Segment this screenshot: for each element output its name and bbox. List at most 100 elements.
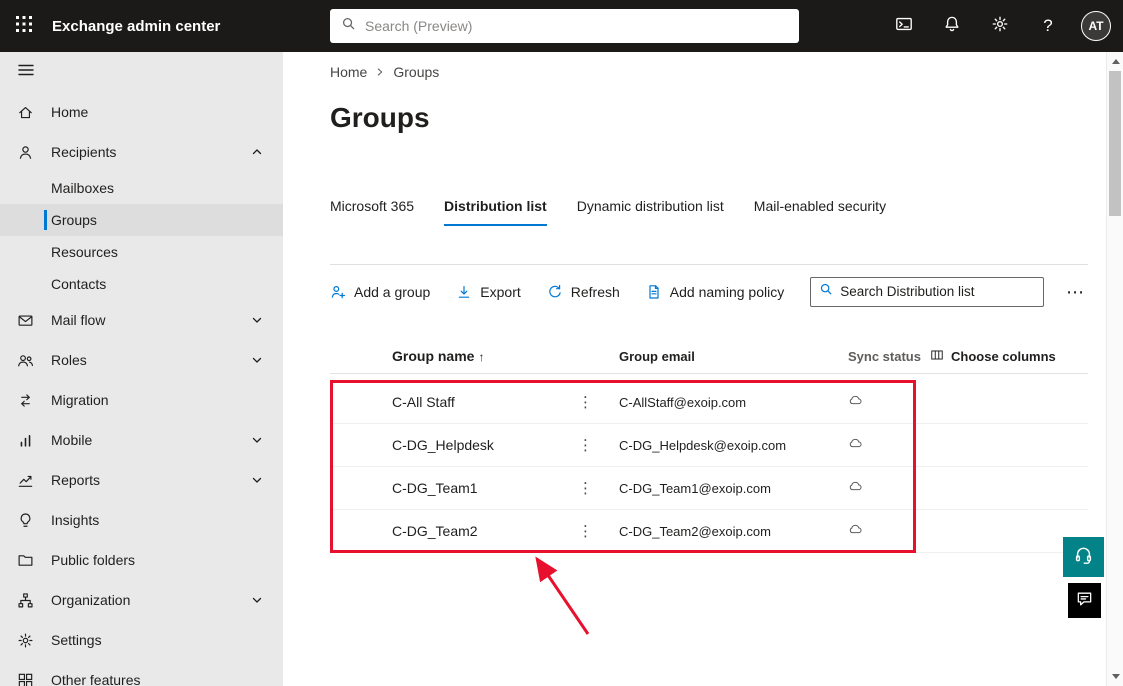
notifications-button[interactable] [928,0,976,52]
tab-distribution-list[interactable]: Distribution list [444,198,547,226]
triangle-down-icon [1111,674,1120,679]
folder-icon [17,552,34,569]
search-icon [341,16,365,36]
sidebar-item-public-folders[interactable]: Public folders [0,540,283,580]
list-search-input[interactable] [840,284,1035,299]
group-name-cell[interactable]: C-DG_Team2 [392,523,578,539]
vertical-scrollbar[interactable] [1106,52,1123,686]
scroll-down-button[interactable] [1107,668,1123,685]
refresh-icon [547,284,563,300]
settings-button[interactable] [976,0,1024,52]
breadcrumb-current: Groups [393,64,440,80]
more-actions-button[interactable]: ⋯ [1062,281,1088,303]
sidebar-item-label: Mobile [51,432,93,448]
group-email-cell: C-DG_Team1@exoip.com [619,480,771,496]
global-search-input[interactable] [365,18,788,34]
group-name-cell[interactable]: C-DG_Team1 [392,480,578,496]
cloud-icon [848,521,863,541]
table-row[interactable]: C-DG_Helpdesk ⋮ C-DG_Helpdesk@exoip.com [330,424,1088,467]
row-menu-button[interactable]: ⋮ [578,393,619,411]
sidebar-item-label: Contacts [51,276,107,292]
sidebar-item-other-features[interactable]: Other features [0,660,283,686]
sidebar-item-reports[interactable]: Reports [0,460,283,500]
migration-arrows-icon [17,392,34,409]
toolbar: Add a group Export Refresh Add naming po… [330,264,1088,307]
person-icon [17,144,34,161]
row-menu-button[interactable]: ⋮ [578,479,619,497]
speech-bubble-icon [1076,590,1093,612]
sidebar-item-mail-flow[interactable]: Mail flow [0,300,283,340]
sidebar-item-settings[interactable]: Settings [0,620,283,660]
add-naming-policy-button[interactable]: Add naming policy [646,284,784,300]
choose-columns-button[interactable]: Choose columns [930,348,1056,365]
cloud-icon [848,392,863,412]
collapse-nav-button[interactable] [0,52,283,92]
refresh-button[interactable]: Refresh [547,284,620,300]
main-content: Home Groups Groups Microsoft 365 Distrib… [283,52,1106,686]
column-header-group-name[interactable]: Group name ↑ [392,348,578,364]
sidebar-item-roles[interactable]: Roles [0,340,283,380]
add-person-icon [330,284,346,300]
support-button[interactable] [1063,537,1104,577]
chevron-right-icon [375,64,385,80]
waffle-icon [15,15,33,38]
search-icon [819,282,840,301]
sidebar-item-groups[interactable]: Groups [0,204,283,236]
app-launcher-button[interactable] [0,0,48,52]
help-button[interactable]: ? [1024,0,1072,52]
sync-status-cell [848,435,930,455]
add-naming-policy-label: Add naming policy [669,283,785,300]
sidebar-item-migration[interactable]: Migration [0,380,283,420]
account-button[interactable]: AT [1072,0,1120,52]
choose-columns-label: Choose columns [951,348,1056,364]
chevron-down-icon [251,354,263,366]
tab-microsoft-365[interactable]: Microsoft 365 [330,198,414,226]
global-search [330,9,799,43]
table-row[interactable]: C-DG_Team2 ⋮ C-DG_Team2@exoip.com [330,510,1088,553]
exchange-admin-center-window: Exchange admin center Search (Preview) ?… [0,0,1123,686]
sync-status-cell [848,521,930,541]
sync-status-cell [848,478,930,498]
export-button[interactable]: Export [456,284,521,300]
org-chart-icon [17,592,34,609]
sidebar-item-label: Organization [51,592,131,608]
refresh-label: Refresh [570,283,620,300]
hamburger-icon [17,61,35,84]
sidebar-item-mobile[interactable]: Mobile [0,420,283,460]
sidebar-item-label: Mailboxes [51,180,115,196]
scrollbar-thumb[interactable] [1109,71,1121,216]
sidebar-item-recipients[interactable]: Recipients [0,132,283,172]
sidebar-item-contacts[interactable]: Contacts [0,268,283,300]
sidebar-item-home[interactable]: Home [0,92,283,132]
add-group-button[interactable]: Add a group [330,284,430,300]
group-name-cell[interactable]: C-All Staff [392,394,578,410]
add-group-label: Add a group [354,283,431,300]
column-header-group-email[interactable]: Group email [619,349,848,364]
table-row[interactable]: C-DG_Team1 ⋮ C-DG_Team1@exoip.com [330,467,1088,510]
row-menu-button[interactable]: ⋮ [578,436,619,454]
feedback-button[interactable] [1068,583,1101,618]
columns-icon [930,348,944,365]
sidebar-item-label: Mail flow [51,312,106,328]
sidebar-item-organization[interactable]: Organization [0,580,283,620]
powershell-button[interactable] [880,0,928,52]
sidebar-item-mailboxes[interactable]: Mailboxes [0,172,283,204]
sidebar-item-label: Settings [51,632,102,648]
cloud-icon [848,478,863,498]
row-menu-button[interactable]: ⋮ [578,522,619,540]
list-search [810,276,1044,307]
tab-mail-enabled-security[interactable]: Mail-enabled security [754,198,886,226]
sidebar-item-label: Reports [51,472,101,488]
sidebar-item-insights[interactable]: Insights [0,500,283,540]
groups-table: Group name ↑ Group email Sync status Choo… [330,339,1088,553]
group-name-cell[interactable]: C-DG_Helpdesk [392,437,578,453]
breadcrumb-home[interactable]: Home [330,64,367,80]
table-row[interactable]: C-All Staff ⋮ C-AllStaff@exoip.com [330,381,1088,424]
lightbulb-icon [17,512,34,529]
sidebar-item-resources[interactable]: Resources [0,236,283,268]
scroll-up-button[interactable] [1107,53,1123,70]
tab-dynamic-distribution-list[interactable]: Dynamic distribution list [577,198,724,226]
column-header-sync-status[interactable]: Sync status [848,349,930,364]
chevron-down-icon [251,594,263,606]
group-email-cell: C-AllStaff@exoip.com [619,394,747,410]
